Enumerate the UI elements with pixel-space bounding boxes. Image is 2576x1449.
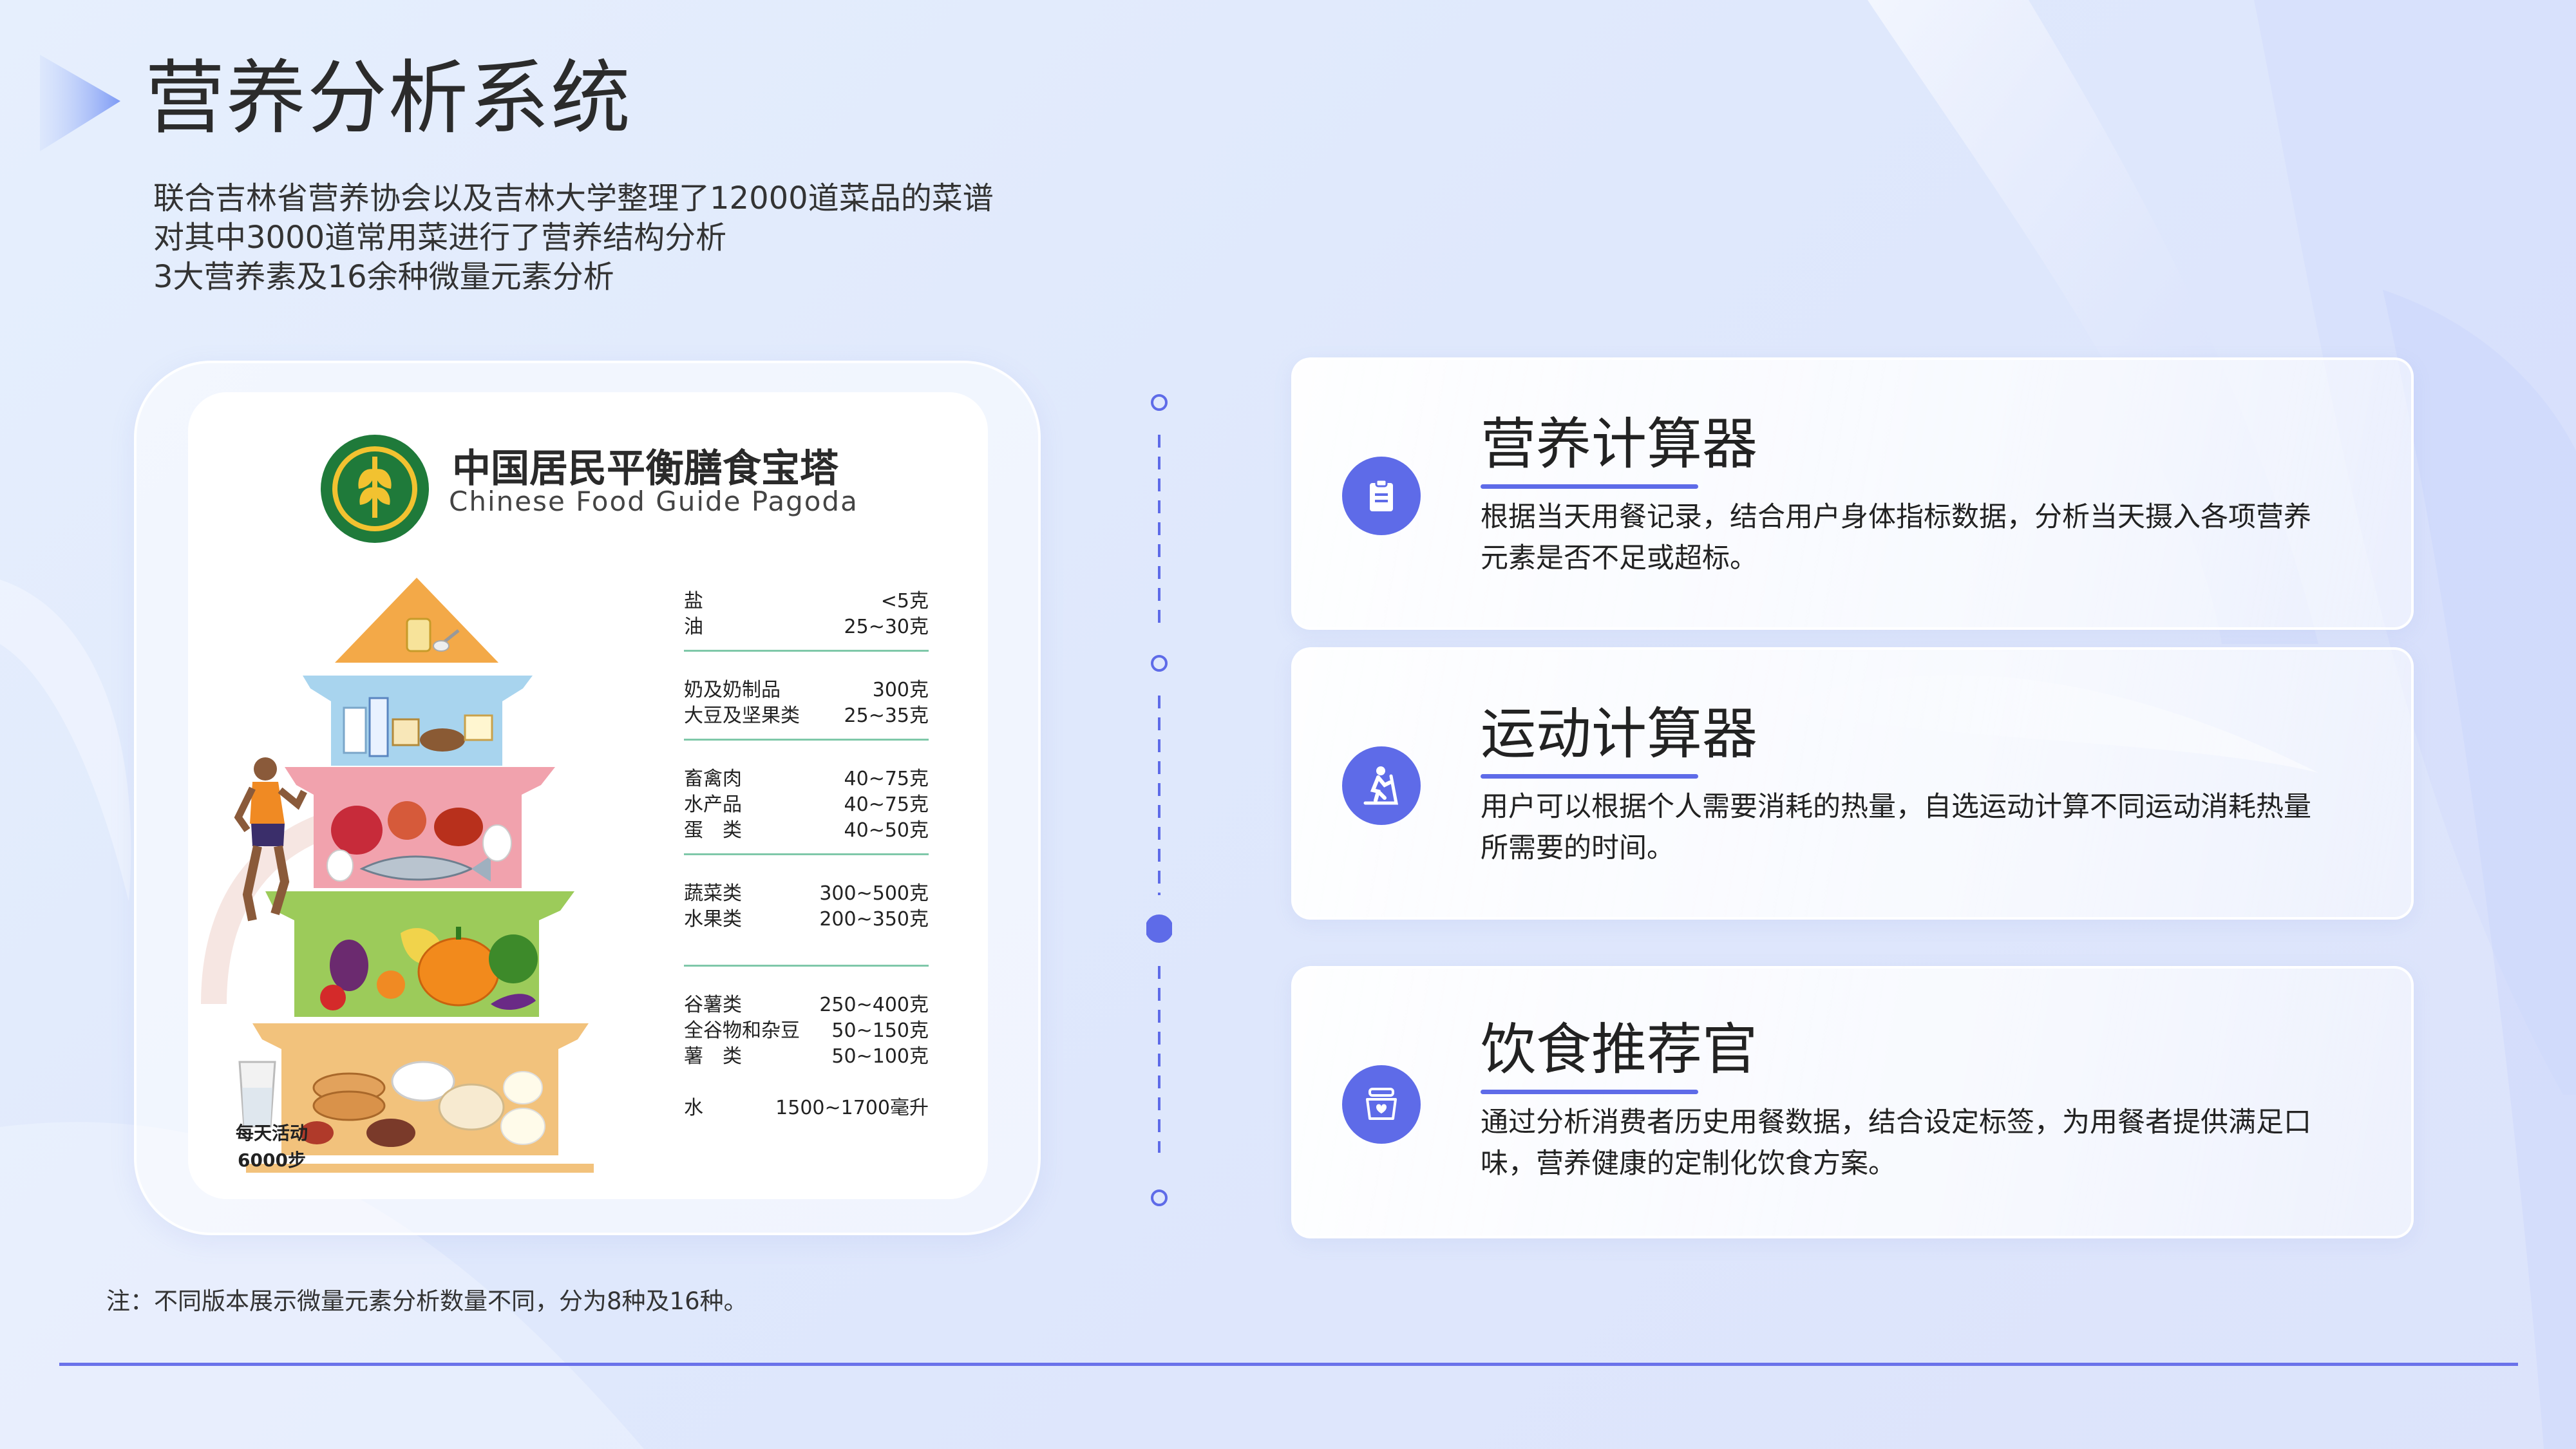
pagoda-illustration bbox=[201, 578, 594, 1173]
intake-row: 水果类 200~350克 bbox=[684, 908, 929, 931]
pagoda-intake-table: 盐 <5克 油 25~30克 奶及奶制品 300克 大豆及坚果类 25~35克 畜禽肉 4… bbox=[684, 589, 929, 1121]
page-subtitle: 联合吉林省营养协会以及吉林大学整理了12000道菜品的菜谱 对其中3000道常用… bbox=[153, 179, 994, 297]
feature-title: 饮食推荐官 bbox=[1481, 1018, 1757, 1082]
intake-row: 水产品 40~75克 bbox=[684, 793, 929, 816]
subtitle-line: 对其中3000道常用菜进行了营养结构分析 bbox=[153, 220, 727, 256]
intake-row: 全谷物和杂豆 50~150克 bbox=[684, 1019, 929, 1042]
subtitle-line: 联合吉林省营养协会以及吉林大学整理了12000道菜品的菜谱 bbox=[153, 180, 994, 216]
feature-description: 用户可以根据个人需要消耗的热量，自选运动计算不同运动消耗热量所需要的时间。 bbox=[1481, 791, 2311, 864]
title-underline bbox=[1481, 484, 1698, 489]
divider bbox=[684, 739, 929, 741]
title-underline bbox=[1481, 774, 1698, 779]
timeline-dot bbox=[1151, 655, 1168, 672]
feature-card-nutrition-calculator[interactable]: 营养计算器 根据当天用餐记录，结合用户身体指标数据，分析当天摄入各项营养元素是否… bbox=[1291, 357, 2414, 630]
intake-group-grains: 谷薯类 250~400克 全谷物和杂豆 50~150克 薯 类 50~100克 bbox=[684, 992, 929, 1070]
divider bbox=[684, 965, 929, 967]
food-bowl-icon bbox=[1342, 1065, 1421, 1144]
intake-row: 水 1500~1700毫升 bbox=[684, 1097, 929, 1119]
intake-group-meat: 畜禽肉 40~75克 水产品 40~75克 蛋 类 40~50克 bbox=[684, 766, 929, 844]
intake-row: 蔬菜类 300~500克 bbox=[684, 882, 929, 905]
intake-row: 蛋 类 40~50克 bbox=[684, 819, 929, 842]
intake-row: 薯 类 50~100克 bbox=[684, 1045, 929, 1068]
water-glass-icon bbox=[238, 1061, 276, 1128]
feature-description: 根据当天用餐记录，结合用户身体指标数据，分析当天摄入各项营养元素是否不足或超标。 bbox=[1481, 501, 2311, 574]
pagoda-title-cn: 中国居民平衡膳食宝塔 bbox=[452, 446, 838, 491]
intake-group-dairy: 奶及奶制品 300克 大豆及坚果类 25~35克 bbox=[684, 677, 929, 729]
subtitle-line: 3大营养素及16余种微量元素分析 bbox=[153, 259, 614, 295]
divider bbox=[684, 853, 929, 855]
pagoda-title-en: Chinese Food Guide Pagoda bbox=[449, 486, 858, 517]
page-title: 营养分析系统 bbox=[145, 52, 632, 145]
treadmill-icon bbox=[1342, 746, 1421, 825]
footnote: 注：不同版本展示微量元素分析数量不同，分为8种及16种。 bbox=[106, 1287, 748, 1315]
intake-row: 奶及奶制品 300克 bbox=[684, 679, 929, 701]
cns-logo bbox=[321, 435, 429, 543]
feature-card-diet-recommender[interactable]: 饮食推荐官 通过分析消费者历史用餐数据，结合设定标签，为用餐者提供满足口味，营养… bbox=[1291, 966, 2414, 1238]
divider bbox=[684, 650, 929, 652]
feature-card-exercise-calculator[interactable]: 运动计算器 用户可以根据个人需要消耗的热量，自选运动计算不同运动消耗热量所需要的… bbox=[1291, 647, 2414, 920]
intake-row: 大豆及坚果类 25~35克 bbox=[684, 705, 929, 727]
feature-title: 运动计算器 bbox=[1481, 702, 1757, 766]
intake-row: 油 25~30克 bbox=[684, 616, 929, 638]
feature-description: 通过分析消费者历史用餐数据，结合设定标签，为用餐者提供满足口味，营养健康的定制化… bbox=[1481, 1106, 2311, 1180]
title-underline bbox=[1481, 1090, 1698, 1094]
food-pagoda-panel: 中国居民平衡膳食宝塔 Chinese Food Guide Pagoda 每天活… bbox=[188, 392, 988, 1199]
intake-row: 谷薯类 250~400克 bbox=[684, 994, 929, 1016]
intake-row: 畜禽肉 40~75克 bbox=[684, 768, 929, 790]
title-arrow-icon bbox=[40, 55, 120, 151]
timeline-dot bbox=[1151, 394, 1168, 411]
daily-activity-label: 每天活动 6000步 bbox=[235, 1122, 308, 1171]
bottom-divider bbox=[59, 1363, 2518, 1366]
timeline-connector bbox=[1146, 394, 1172, 1206]
timeline-dot-active bbox=[1146, 914, 1172, 943]
intake-group-salt-oil: 盐 <5克 油 25~30克 bbox=[684, 589, 929, 640]
clipboard-icon bbox=[1342, 457, 1421, 535]
timeline-dot bbox=[1151, 1189, 1168, 1206]
intake-group-vegetables: 蔬菜类 300~500克 水果类 200~350克 bbox=[684, 881, 929, 933]
food-pagoda-card: 中国居民平衡膳食宝塔 Chinese Food Guide Pagoda 每天活… bbox=[134, 361, 1041, 1235]
intake-group-water: 水 1500~1700毫升 bbox=[684, 1095, 929, 1121]
intake-row: 盐 <5克 bbox=[684, 590, 929, 612]
feature-title: 营养计算器 bbox=[1481, 412, 1757, 477]
